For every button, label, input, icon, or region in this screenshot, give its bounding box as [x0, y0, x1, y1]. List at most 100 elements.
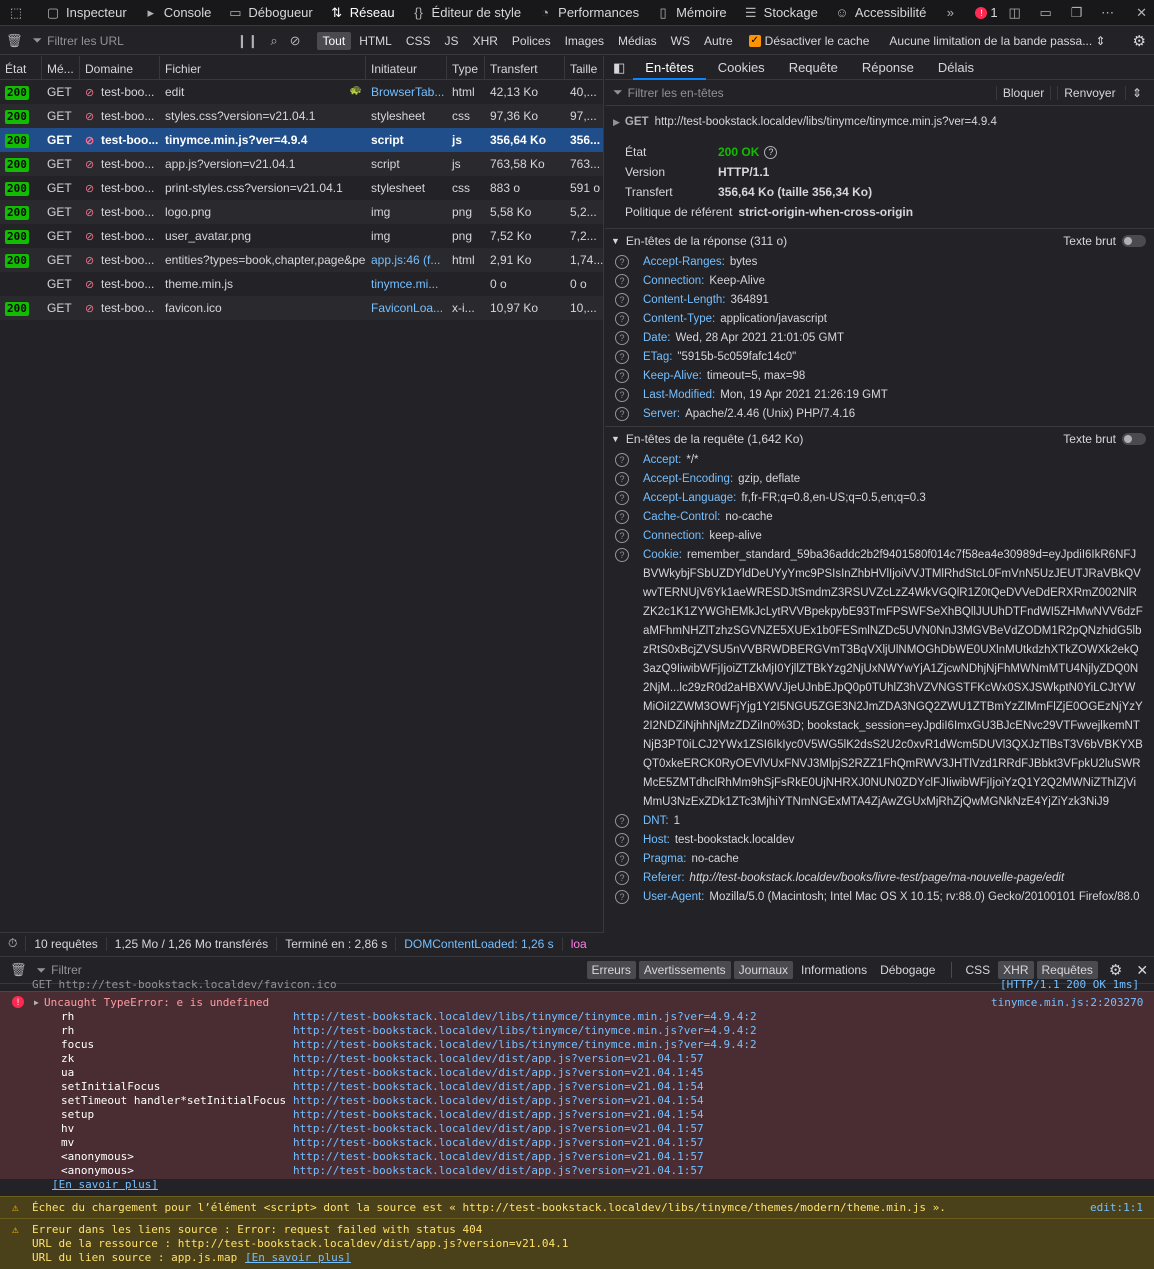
stack-source-link[interactable]: http://test-bookstack.localdev/libs/tiny… [293, 1038, 757, 1052]
help-icon[interactable]: ? [615, 852, 629, 866]
tab-style-editor[interactable]: {} Éditeur de style [403, 0, 530, 26]
stack-source-link[interactable]: http://test-bookstack.localdev/dist/app.… [293, 1136, 704, 1150]
header-row[interactable]: ? Accept-Ranges: bytes [605, 253, 1154, 272]
help-icon[interactable]: ? [615, 369, 629, 383]
close-devtools-button[interactable]: ✕ [1126, 0, 1154, 26]
tab-response[interactable]: Réponse [850, 56, 926, 80]
kind-css[interactable]: CSS [960, 961, 995, 979]
tab-cookies[interactable]: Cookies [706, 56, 777, 80]
header-row[interactable]: ? Cache-Control: no-cache [605, 508, 1154, 527]
level-info[interactable]: Informations [796, 961, 872, 979]
header-row[interactable]: ? ETag: "5915b-5c059fafc14c0" [605, 348, 1154, 367]
options-button[interactable]: ⋯ [1095, 0, 1126, 26]
tab-console[interactable]: ▸ Console [135, 0, 220, 26]
error-count-button[interactable]: ! 1 [971, 0, 1001, 26]
header-row[interactable]: ? Content-Length: 364891 [605, 291, 1154, 310]
tab-memory[interactable]: ▯ Mémoire [647, 0, 735, 26]
help-icon[interactable]: ? [615, 453, 629, 467]
col-domain[interactable]: Domaine [80, 56, 160, 79]
search-button[interactable]: ⌕ [264, 33, 283, 49]
type-filter-other[interactable]: Autre [698, 32, 739, 50]
warning-source-link[interactable]: edit:1:1 [1090, 1201, 1143, 1215]
learn-more-link[interactable]: [En savoir plus] [52, 1178, 158, 1192]
tab-performance[interactable]: ◔ Performances [529, 0, 647, 26]
help-icon[interactable]: ? [615, 388, 629, 402]
help-icon[interactable]: ? [615, 814, 629, 828]
initiator-text[interactable]: FaviconLoa... [371, 301, 443, 315]
close-console-button[interactable]: ✕ [1136, 962, 1148, 979]
table-row[interactable]: 200 GET ⊘ test-boo... entities?types=book,ch… [0, 248, 603, 272]
col-transfer[interactable]: Transfert [485, 56, 565, 79]
help-icon[interactable]: ? [615, 255, 629, 269]
pause-button[interactable]: ❙❙ [231, 33, 265, 49]
help-icon[interactable]: ? [615, 407, 629, 421]
header-row[interactable]: ? Referer: http://test-bookstack.localdev/… [605, 869, 1154, 888]
block-request-button[interactable]: Bloquer [995, 85, 1050, 100]
tab-request[interactable]: Requête [777, 56, 850, 80]
clear-console-button[interactable]: 🗑 [0, 962, 37, 978]
type-filter-images[interactable]: Images [559, 32, 610, 50]
throttle-select[interactable]: Aucune limitation de la bande passa... ⇕ [889, 34, 1105, 48]
response-headers-section[interactable]: ▼ En-têtes de la réponse (311 o) Texte bru… [605, 231, 1154, 251]
table-row[interactable]: 200 GET ⊘ test-boo... edit 🐢 BrowserTab... html… [0, 80, 603, 104]
type-filter-ws[interactable]: WS [665, 32, 696, 50]
initiator-text[interactable]: BrowserTab... [371, 85, 444, 99]
help-icon[interactable]: ? [615, 890, 629, 904]
header-row[interactable]: ? Accept-Encoding: gzip, deflate [605, 470, 1154, 489]
stack-source-link[interactable]: http://test-bookstack.localdev/dist/app.… [293, 1052, 704, 1066]
table-row[interactable]: GET ⊘ test-boo... theme.min.js tinymce.mi...… [0, 272, 603, 296]
stack-source-link[interactable]: http://test-bookstack.localdev/dist/app.… [293, 1094, 704, 1108]
tab-headers[interactable]: En-têtes [633, 56, 706, 80]
help-icon[interactable]: ? [764, 145, 778, 159]
raw-toggle-response[interactable]: Texte brut [1063, 234, 1146, 248]
stack-source-link[interactable]: http://test-bookstack.localdev/libs/tiny… [293, 1010, 757, 1024]
header-row[interactable]: ? Content-Type: application/javascript [605, 310, 1154, 329]
header-row[interactable]: ? User-Agent: Mozilla/5.0 (Macintosh; Inte… [605, 888, 1154, 907]
toggle-panel-button[interactable]: ◧ [605, 56, 633, 80]
performance-analysis-button[interactable]: ⏱ [0, 936, 27, 951]
table-row[interactable]: 200 GET ⊘ test-boo... styles.css?version=v21… [0, 104, 603, 128]
initiator-text[interactable]: tinymce.mi... [371, 277, 438, 291]
header-row[interactable]: ? Accept: */* [605, 451, 1154, 470]
header-row[interactable]: ? Cookie: remember_standard_59ba36addc2b2f… [605, 546, 1154, 812]
header-row[interactable]: ? DNT: 1 [605, 812, 1154, 831]
table-row[interactable]: 200 GET ⊘ test-boo... print-styles.css?versi… [0, 176, 603, 200]
expand-icon[interactable]: ▶ [613, 117, 620, 128]
block-button[interactable]: ⊘ [284, 33, 307, 49]
help-icon[interactable]: ? [615, 871, 629, 885]
error-source-link[interactable]: tinymce.min.js:2:203270 [991, 996, 1143, 1010]
headers-filter-input[interactable]: Filtrer les en-têtes [628, 86, 724, 100]
stack-source-link[interactable]: http://test-bookstack.localdev/dist/app.… [293, 1122, 704, 1136]
help-icon[interactable]: ? [615, 293, 629, 307]
type-filter-media[interactable]: Médias [612, 32, 663, 50]
table-row[interactable]: 200 GET ⊘ test-boo... user_avatar.png img png 7… [0, 224, 603, 248]
disable-cache-checkbox[interactable]: ✓ Désactiver le cache [748, 34, 869, 48]
header-row[interactable]: ? Date: Wed, 28 Apr 2021 21:01:05 GMT [605, 329, 1154, 348]
header-row[interactable]: ? Connection: keep-alive [605, 527, 1154, 546]
col-size[interactable]: Taille [565, 56, 603, 79]
responsive-button[interactable]: ▭ [1033, 0, 1064, 26]
col-type[interactable]: Type [447, 56, 485, 79]
type-filter-all[interactable]: Tout [316, 31, 352, 50]
header-row[interactable]: ? Pragma: no-cache [605, 850, 1154, 869]
help-icon[interactable]: ? [615, 331, 629, 345]
stack-source-link[interactable]: http://test-bookstack.localdev/dist/app.… [293, 1066, 704, 1080]
help-icon[interactable]: ? [615, 510, 629, 524]
stack-source-link[interactable]: http://test-bookstack.localdev/dist/app.… [293, 1150, 704, 1164]
request-url[interactable]: http://test-bookstack.localdev/libs/tiny… [655, 116, 997, 128]
level-debug[interactable]: Débogage [875, 961, 940, 979]
split-console-button[interactable]: ◫ [1002, 0, 1033, 26]
type-filter-js[interactable]: JS [439, 32, 465, 50]
col-initiator[interactable]: Initiateur [366, 56, 447, 79]
col-method[interactable]: Mé... [42, 56, 80, 79]
kind-xhr[interactable]: XHR [998, 961, 1034, 979]
console-filter-input[interactable]: ⏷ Filtrer [37, 963, 587, 978]
raw-toggle-request[interactable]: Texte brut [1063, 432, 1146, 446]
help-icon[interactable]: ? [615, 274, 629, 288]
header-row[interactable]: ? Keep-Alive: timeout=5, max=98 [605, 367, 1154, 386]
table-row[interactable]: 200 GET ⊘ test-boo... favicon.ico FaviconLoa.… [0, 296, 603, 320]
request-headers-section[interactable]: ▼ En-têtes de la requête (1,642 Ko) Texte … [605, 429, 1154, 449]
type-filter-html[interactable]: HTML [353, 32, 398, 50]
tab-timings[interactable]: Délais [926, 56, 986, 80]
stack-source-link[interactable]: http://test-bookstack.localdev/dist/app.… [293, 1108, 704, 1122]
